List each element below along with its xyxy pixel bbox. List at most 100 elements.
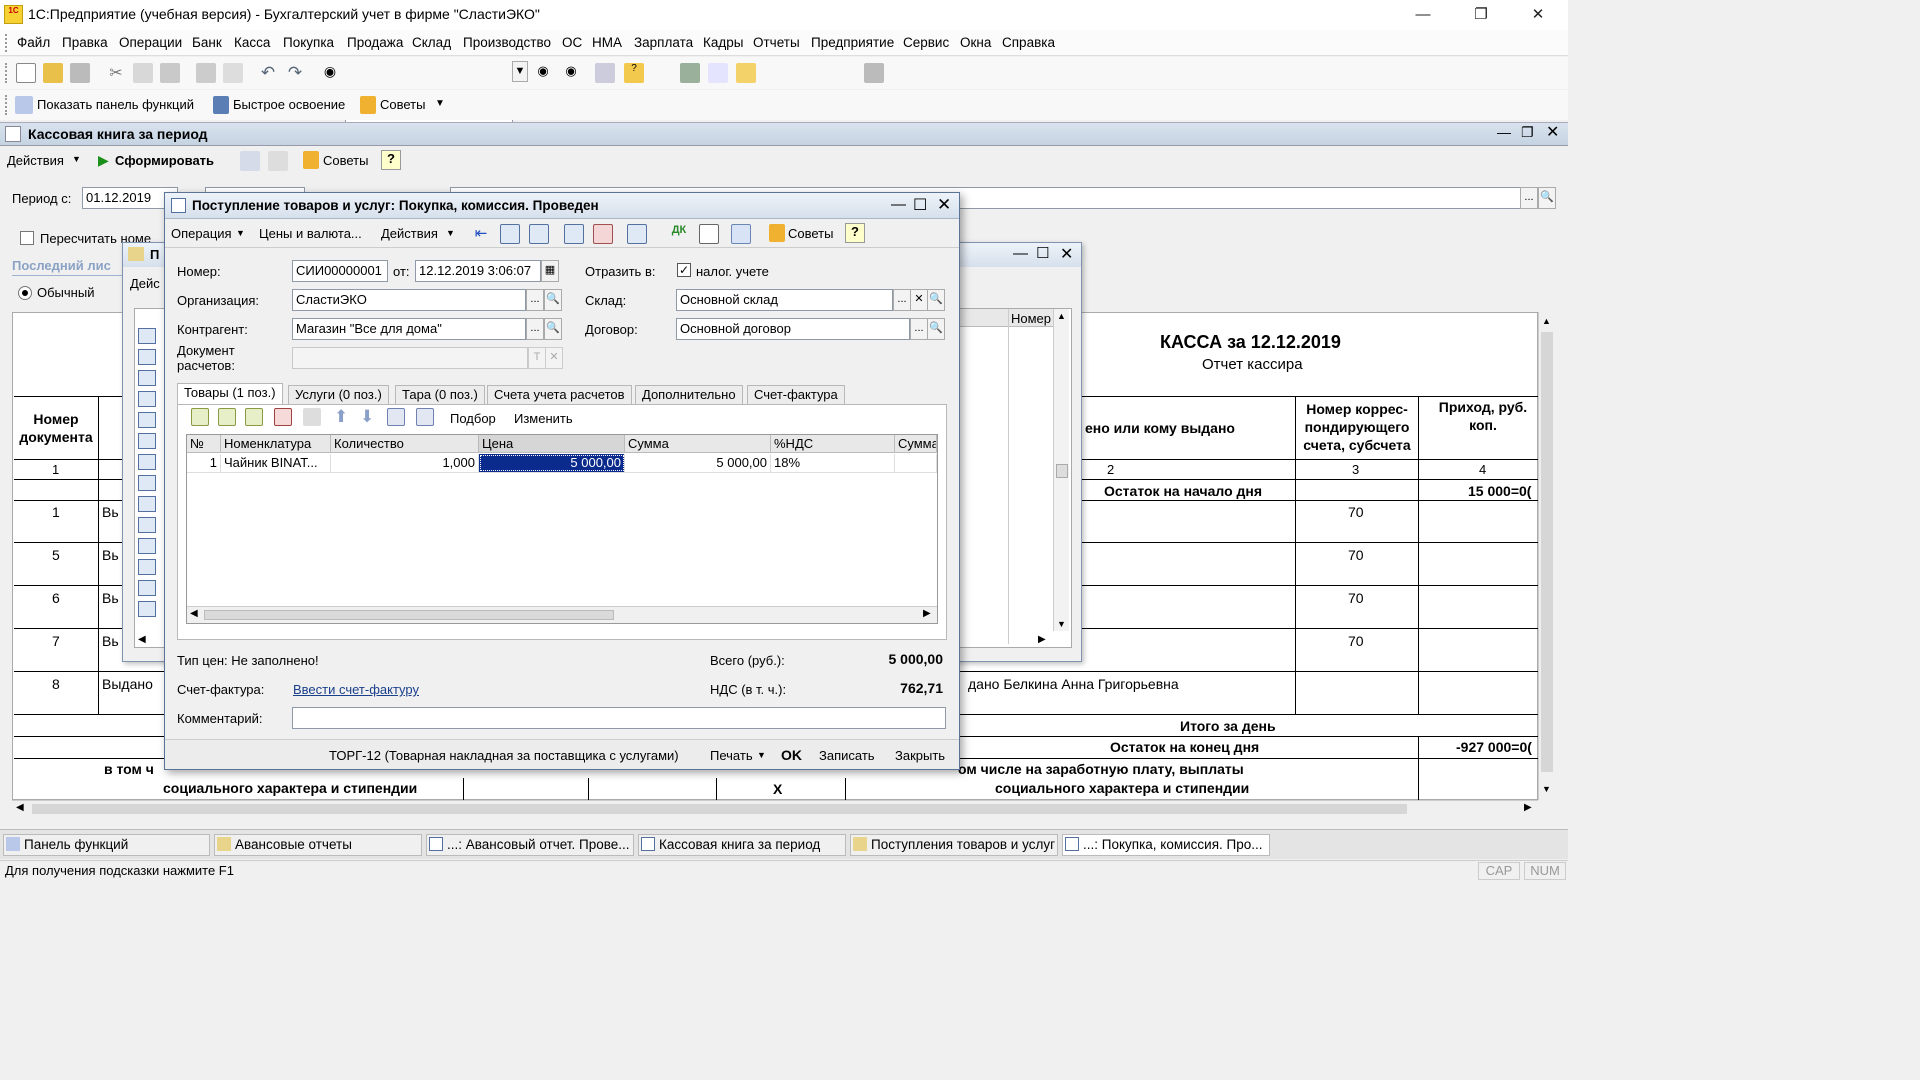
- dialog-tips-button[interactable]: Советы: [788, 226, 833, 241]
- recalc-checkbox[interactable]: [20, 231, 34, 245]
- warehouse-clear-icon[interactable]: ✕: [910, 289, 928, 311]
- settings-icon[interactable]: [240, 151, 260, 171]
- form-actions-menu[interactable]: Действия: [7, 153, 64, 168]
- dialog-actions-dropdown-icon[interactable]: ▼: [446, 228, 455, 238]
- warehouse-field[interactable]: Основной склад: [676, 289, 893, 311]
- organization-field[interactable]: СластиЭКО: [292, 289, 526, 311]
- background-window-actions[interactable]: Дейс: [130, 276, 160, 291]
- dialog-actions-menu[interactable]: Действия: [381, 226, 438, 241]
- redo-icon[interactable]: ↷: [285, 63, 305, 83]
- menu-cash[interactable]: Касса: [234, 35, 270, 50]
- torg12-print-button[interactable]: ТОРГ-12 (Товарная накладная за поставщик…: [329, 748, 679, 763]
- tools-icon[interactable]: [864, 63, 884, 83]
- quick-start-button[interactable]: Быстрое освоение: [233, 97, 345, 112]
- dt-kt-icon[interactable]: ДК: [669, 224, 689, 244]
- menu-file[interactable]: Файл: [17, 35, 50, 50]
- dialog-minimize-icon[interactable]: —: [891, 196, 906, 213]
- taskbar-goods-receipts[interactable]: Поступления товаров и услуг: [850, 834, 1058, 856]
- generate-button[interactable]: Сформировать: [115, 153, 214, 168]
- print-icon[interactable]: [196, 63, 216, 83]
- contract-open-icon[interactable]: 🔍: [927, 318, 945, 340]
- restore-icon[interactable]: ❐: [1458, 0, 1504, 30]
- tab-goods[interactable]: Товары (1 поз.): [177, 383, 283, 405]
- move-up-icon[interactable]: ⬆: [334, 407, 348, 427]
- minimize-icon[interactable]: —: [1400, 0, 1446, 30]
- bg-hscroll-left-icon[interactable]: ◀: [138, 634, 146, 645]
- new-document-icon[interactable]: [16, 63, 36, 83]
- vscroll-thumb[interactable]: [1541, 332, 1553, 772]
- print-dropdown-icon[interactable]: ▼: [757, 750, 766, 760]
- report-settings-icon[interactable]: [268, 151, 288, 171]
- sort-desc-icon[interactable]: [416, 408, 434, 426]
- prices-currency-button[interactable]: Цены и валюта...: [259, 226, 362, 241]
- refresh-icon[interactable]: [500, 224, 520, 244]
- row-vat-rate[interactable]: 18%: [771, 454, 895, 472]
- search-dropdown-icon[interactable]: ▼: [512, 61, 528, 82]
- enter-invoice-link[interactable]: Ввести счет-фактуру: [293, 682, 419, 697]
- date-field[interactable]: 12.12.2019 3:06:07: [415, 260, 541, 282]
- ok-button[interactable]: OK: [781, 747, 802, 763]
- grid-header-sum[interactable]: Сумма: [625, 435, 771, 453]
- grid-header-number[interactable]: №: [187, 435, 221, 453]
- mode-radio[interactable]: [18, 286, 32, 300]
- operation-menu[interactable]: Операция: [171, 226, 232, 241]
- structure-icon[interactable]: [699, 224, 719, 244]
- grid-scroll-left-icon[interactable]: ◀: [190, 608, 198, 619]
- menu-windows[interactable]: Окна: [960, 35, 991, 50]
- open-folder-icon[interactable]: [43, 63, 63, 83]
- bg-minimize-icon[interactable]: —: [1013, 245, 1028, 262]
- toolbar2-more-icon[interactable]: ▼: [435, 98, 445, 109]
- close-icon[interactable]: ✕: [1515, 0, 1561, 30]
- organization-select-button[interactable]: ...: [526, 289, 544, 311]
- table-row[interactable]: 1 Чайник BINAT... 1,000 5 000,00 5 000,0…: [187, 454, 937, 473]
- contractor-select-button[interactable]: ...: [526, 318, 544, 340]
- form-restore-icon[interactable]: ❐: [1521, 124, 1534, 141]
- menu-fixed-assets[interactable]: ОС: [562, 35, 582, 50]
- form-close-icon[interactable]: ✕: [1546, 122, 1559, 142]
- hscroll-left-icon[interactable]: ◀: [16, 802, 24, 813]
- menu-help[interactable]: Справка: [1002, 35, 1055, 50]
- contract-select-button[interactable]: ...: [910, 318, 928, 340]
- menu-warehouse[interactable]: Склад: [412, 35, 451, 50]
- bg-scroll-thumb[interactable]: [1056, 464, 1068, 478]
- menu-edit[interactable]: Правка: [62, 35, 108, 50]
- org-filter-search-icon[interactable]: 🔍: [1538, 187, 1556, 209]
- calculator-icon[interactable]: [680, 63, 700, 83]
- operation-dropdown-icon[interactable]: ▼: [236, 228, 245, 238]
- menu-bank[interactable]: Банк: [192, 35, 222, 50]
- menu-production[interactable]: Производство: [463, 35, 551, 50]
- report-vscrollbar[interactable]: ▲ ▼: [1538, 312, 1554, 800]
- delete-row-icon[interactable]: [274, 408, 292, 426]
- bg-scroll-up-icon[interactable]: ▲: [1057, 311, 1066, 321]
- taskbar-functions-panel[interactable]: Панель функций: [3, 834, 210, 856]
- find-next-icon[interactable]: ◉: [533, 63, 553, 83]
- grid-header-vat-sum[interactable]: Сумма: [895, 435, 937, 453]
- taskbar-advance-reports[interactable]: Авансовые отчеты: [214, 834, 422, 856]
- unpost-icon[interactable]: [593, 224, 613, 244]
- form-actions-dropdown-icon[interactable]: ▼: [72, 154, 81, 164]
- tab-services[interactable]: Услуги (0 поз.): [288, 385, 389, 405]
- change-button[interactable]: Изменить: [514, 411, 573, 426]
- tab-packaging[interactable]: Тара (0 поз.): [395, 385, 485, 405]
- find-prev-icon[interactable]: ◉: [561, 63, 581, 83]
- row-vat-sum[interactable]: [895, 454, 937, 472]
- arrow-left-icon[interactable]: ⇤: [471, 224, 491, 244]
- help-1c-icon[interactable]: ?: [624, 63, 644, 83]
- sort-asc-icon[interactable]: [387, 408, 405, 426]
- form-help-button[interactable]: ?: [381, 150, 401, 170]
- copy-row-icon[interactable]: [218, 408, 236, 426]
- vscroll-down-icon[interactable]: ▼: [1542, 784, 1551, 794]
- receipt-document-dialog[interactable]: Поступление товаров и услуг: Покупка, ко…: [164, 192, 960, 770]
- end-edit-icon[interactable]: [303, 408, 321, 426]
- menu-purchase[interactable]: Покупка: [283, 35, 334, 50]
- windows-icon[interactable]: [595, 63, 615, 83]
- close-button[interactable]: Закрыть: [895, 748, 945, 763]
- taskbar-advance-report-doc[interactable]: ...: Авансовый отчет. Прове...: [426, 834, 634, 856]
- calendar-icon[interactable]: [708, 63, 728, 83]
- tab-additional[interactable]: Дополнительно: [635, 385, 743, 405]
- menu-service[interactable]: Сервис: [903, 35, 949, 50]
- contract-field[interactable]: Основной договор: [676, 318, 910, 340]
- bg-maximize-icon[interactable]: ☐: [1036, 244, 1049, 262]
- background-vscrollbar[interactable]: ▲ ▼: [1053, 309, 1069, 631]
- calendar-picker-icon[interactable]: ▦: [541, 260, 559, 282]
